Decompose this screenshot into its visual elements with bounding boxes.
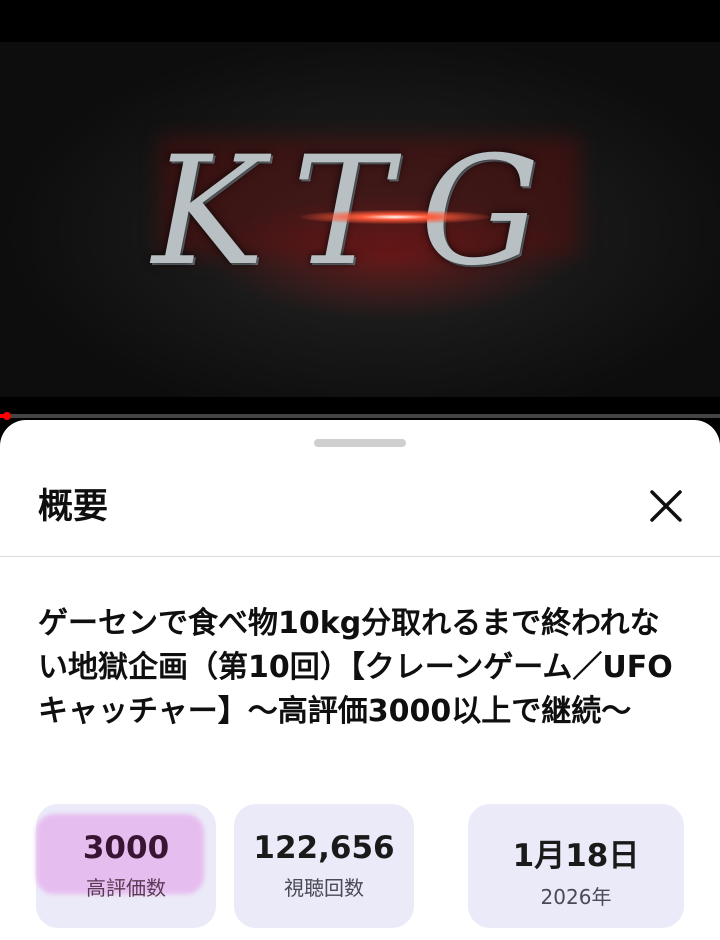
views-count: 122,656 bbox=[253, 830, 395, 866]
views-label: 視聴回数 bbox=[284, 876, 364, 900]
lens-flare bbox=[300, 210, 490, 224]
likes-count: 3000 bbox=[82, 830, 170, 866]
close-button[interactable] bbox=[640, 480, 692, 532]
date-stat: 1月18日 2026年 bbox=[468, 804, 684, 928]
sheet-header: 概要 bbox=[0, 420, 720, 557]
video-title: ゲーセンで食べ物10kg分取れるまで終われない地獄企画（第10回）【クレーンゲー… bbox=[38, 606, 673, 729]
publish-year: 2026年 bbox=[540, 885, 612, 909]
video-player[interactable]: KTG bbox=[0, 0, 720, 420]
description-sheet: 概要 ゲーセンで食べ物10kg分取れるまで終われない地獄企画（第10回）【クレー… bbox=[0, 420, 720, 940]
stats-row: 3000 高評価数 122,656 視聴回数 1月18日 2026年 bbox=[36, 804, 684, 928]
video-frame[interactable]: KTG bbox=[0, 42, 720, 397]
views-stat: 122,656 視聴回数 bbox=[234, 804, 414, 928]
progress-scrubber[interactable] bbox=[3, 412, 12, 420]
sheet-title: 概要 bbox=[38, 487, 109, 527]
publish-date: 1月18日 bbox=[512, 838, 640, 874]
likes-stat: 3000 高評価数 bbox=[36, 804, 216, 928]
video-progress-bar[interactable] bbox=[0, 412, 720, 420]
close-icon bbox=[650, 490, 682, 522]
likes-label: 高評価数 bbox=[86, 876, 166, 900]
